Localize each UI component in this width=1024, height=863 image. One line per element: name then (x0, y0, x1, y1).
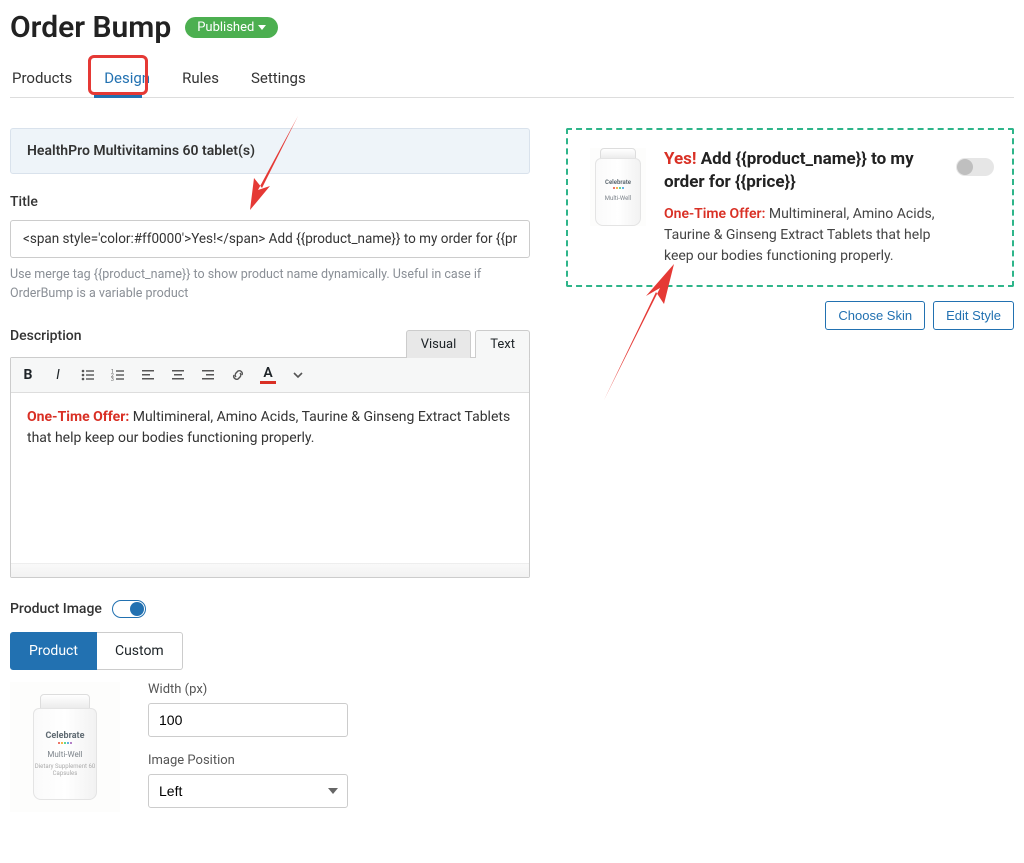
sub-tab-product[interactable]: Product (10, 632, 97, 670)
align-left-button[interactable] (133, 360, 163, 390)
position-select[interactable] (148, 774, 348, 808)
bottle-brand: Celebrate (46, 731, 85, 741)
numbered-list-button[interactable]: 123 (103, 360, 133, 390)
product-image-toggle[interactable] (112, 600, 146, 618)
editor-resize-handle[interactable] (11, 563, 529, 577)
bottle-sub: Dietary Supplement 60 Capsules (34, 763, 96, 777)
position-label: Image Position (148, 753, 348, 768)
preview-description: One-Time Offer: Multimineral, Amino Acid… (664, 204, 940, 267)
main-tabs: Products Design Rules Settings (10, 61, 1014, 98)
editor-toolbar: B I 123 (11, 358, 529, 393)
preview-heading: Yes! Add {{product_name}} to my order fo… (664, 148, 940, 194)
svg-text:3: 3 (111, 377, 114, 383)
width-input[interactable] (148, 703, 348, 737)
tab-settings[interactable]: Settings (249, 61, 308, 97)
title-label: Title (10, 194, 530, 210)
preview-accept-toggle[interactable] (956, 158, 994, 176)
sub-tab-custom[interactable]: Custom (97, 632, 183, 670)
tab-products[interactable]: Products (10, 61, 74, 97)
align-center-button[interactable] (163, 360, 193, 390)
editor-tab-text[interactable]: Text (475, 330, 530, 358)
bold-button[interactable]: B (13, 360, 43, 390)
link-button[interactable] (223, 360, 253, 390)
bottle-name: Multi-Well (47, 750, 82, 759)
rich-text-editor: B I 123 (10, 357, 530, 578)
preview-panel: Celebrate Multi-Well Yes! Add {{product_… (566, 128, 1014, 287)
preview-heading-rest: Add {{product_name}} to my order for {{p… (664, 149, 914, 192)
desc-prefix: One-Time Offer: (27, 409, 129, 425)
status-label: Published (197, 20, 254, 35)
page-title: Order Bump (10, 10, 171, 45)
product-image-label: Product Image (10, 601, 102, 617)
width-label: Width (px) (148, 682, 348, 697)
product-header: HealthPro Multivitamins 60 tablet(s) (10, 128, 530, 174)
italic-button[interactable]: I (43, 360, 73, 390)
annotation-highlight (88, 55, 148, 95)
editor-content[interactable]: One-Time Offer: Multimineral, Amino Acid… (11, 393, 529, 563)
text-color-button[interactable]: A (253, 360, 283, 390)
preview-bottle-name: Multi-Well (605, 195, 631, 202)
bullet-list-button[interactable] (73, 360, 103, 390)
product-thumbnail[interactable]: Celebrate Multi-Well Dietary Supplement … (10, 682, 120, 812)
choose-skin-button[interactable]: Choose Skin (825, 301, 925, 330)
status-badge[interactable]: Published (185, 17, 278, 38)
page-header: Order Bump Published (10, 10, 1014, 45)
preview-product-image: Celebrate Multi-Well (590, 148, 646, 226)
align-right-button[interactable] (193, 360, 223, 390)
toolbar-more-button[interactable] (283, 360, 313, 390)
editor-tab-visual[interactable]: Visual (406, 330, 472, 358)
description-label: Description (10, 328, 82, 344)
preview-bottle-brand: Celebrate (605, 179, 631, 186)
active-tab-underline (94, 95, 142, 98)
title-help: Use merge tag {{product_name}} to show p… (10, 266, 530, 304)
preview-heading-red: Yes! (664, 149, 697, 169)
preview-desc-prefix: One-Time Offer: (664, 206, 765, 222)
chevron-down-icon (328, 788, 338, 794)
edit-style-button[interactable]: Edit Style (933, 301, 1014, 330)
tab-rules[interactable]: Rules (180, 61, 221, 97)
chevron-down-icon (258, 25, 266, 30)
title-input[interactable] (10, 220, 530, 258)
